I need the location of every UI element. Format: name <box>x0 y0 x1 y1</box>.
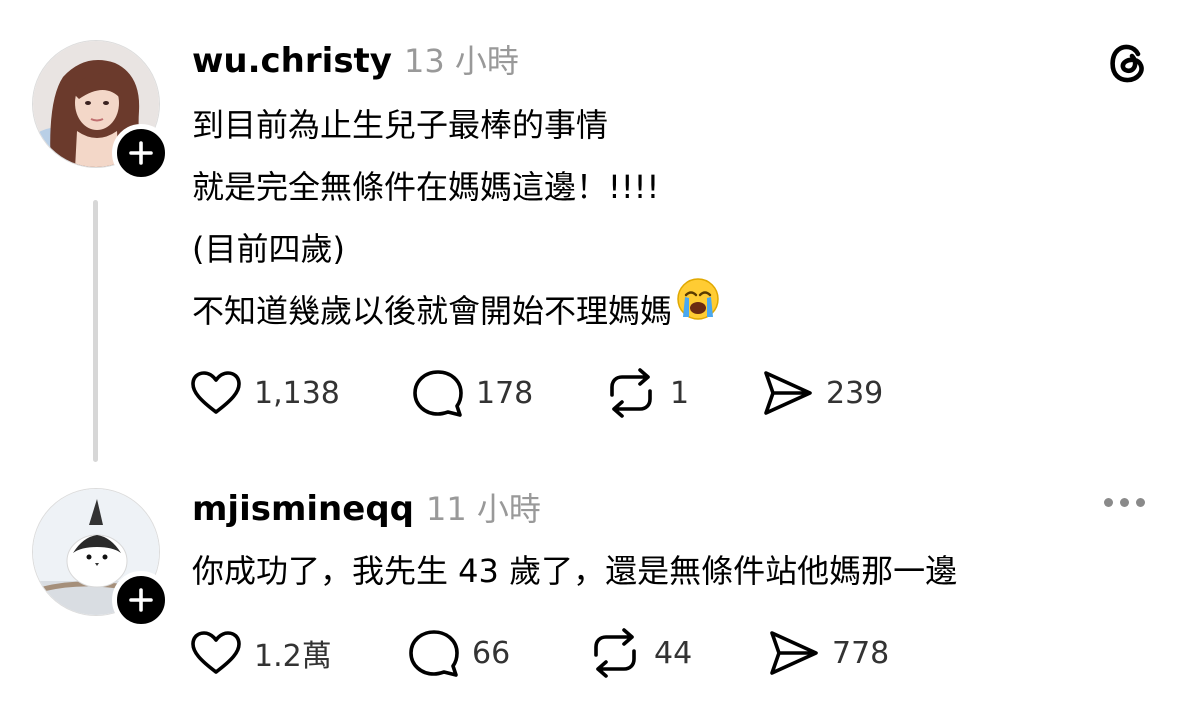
like-count: 1,138 <box>254 375 340 411</box>
heart-icon <box>191 371 241 414</box>
repost-count: 44 <box>654 635 693 671</box>
heart-icon <box>191 631 241 674</box>
follow-button[interactable] <box>112 571 170 629</box>
more-options-icon[interactable] <box>1102 490 1147 515</box>
post-text-line: 不知道幾歲以後就會開始不理媽媽 <box>192 277 720 345</box>
post-time: 13 小時 <box>403 42 519 80</box>
post-content: 你成功了，我先生 43 歲了，還是無條件站他媽那一邊 <box>192 540 957 602</box>
reply-count: 178 <box>476 375 534 411</box>
reply-post: mjismineqq 11 小時 你成功了，我先生 43 歲了，還是無條件站他媽… <box>0 470 1200 715</box>
reply-button[interactable]: 66 <box>408 628 510 678</box>
like-count: 1.2萬 <box>254 639 332 674</box>
share-icon <box>770 631 818 675</box>
thread-connector-line <box>93 200 98 462</box>
post-text-line: (目前四歲) <box>192 230 345 268</box>
post-text-line: 就是完全無條件在媽媽這邊！!!!! <box>192 168 660 206</box>
repost-button[interactable]: 44 <box>588 628 692 678</box>
comment-icon <box>413 370 463 417</box>
follow-button[interactable] <box>112 124 170 182</box>
share-count: 778 <box>832 635 890 671</box>
post-header: wu.christy 13 小時 <box>192 36 519 82</box>
thread-post: wu.christy 13 小時 到目前為止生兒子最棒的事情 就是完全無條件在媽… <box>0 0 1200 470</box>
share-button[interactable]: 778 <box>768 628 889 678</box>
post-actions: 1,138 178 1 239 <box>190 368 950 418</box>
repost-icon <box>610 368 652 418</box>
post-text-line-text: 不知道幾歲以後就會開始不理媽媽 <box>192 292 673 330</box>
post-text-line: 你成功了，我先生 43 歲了，還是無條件站他媽那一邊 <box>192 552 958 590</box>
crying-face-emoji-icon <box>676 277 720 341</box>
more-dot <box>1136 498 1145 507</box>
post-content: 到目前為止生兒子最棒的事情 就是完全無條件在媽媽這邊！!!!! (目前四歲) 不… <box>192 94 720 345</box>
repost-button[interactable]: 1 <box>604 368 689 418</box>
reply-button[interactable]: 178 <box>412 368 533 418</box>
repost-icon <box>594 628 636 678</box>
more-dot <box>1104 498 1113 507</box>
reply-count: 66 <box>472 635 511 671</box>
post-time: 11 小時 <box>426 490 541 528</box>
like-button[interactable]: 1.2萬 <box>190 628 332 678</box>
post-actions: 1.2萬 66 44 778 <box>190 628 950 678</box>
post-text-line: 到目前為止生兒子最棒的事情 <box>192 106 609 144</box>
comment-icon <box>409 630 459 677</box>
plus-icon <box>129 141 153 165</box>
plus-icon <box>129 588 153 612</box>
threads-logo-icon[interactable] <box>1104 40 1150 90</box>
like-button[interactable]: 1,138 <box>190 368 340 418</box>
repost-count: 1 <box>670 375 690 411</box>
username[interactable]: wu.christy <box>192 41 392 81</box>
post-header: mjismineqq 11 小時 <box>192 484 541 530</box>
username[interactable]: mjismineqq <box>192 489 414 529</box>
share-count: 239 <box>826 375 884 411</box>
more-dot <box>1120 498 1129 507</box>
share-button[interactable]: 239 <box>762 368 883 418</box>
share-icon <box>764 371 812 415</box>
